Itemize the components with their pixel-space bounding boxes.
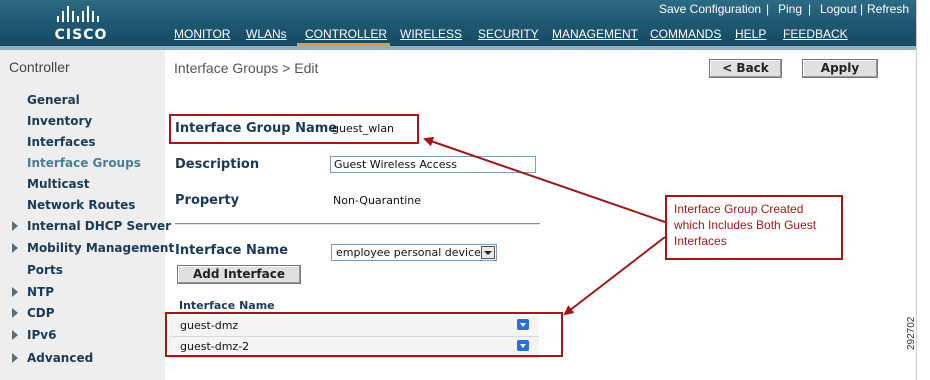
arrow-to-interfaces (563, 236, 666, 316)
annotation-callout: Interface Group Created which Includes B… (665, 195, 843, 260)
arrow-to-group-name (423, 136, 666, 223)
annotation-arrows (423, 136, 666, 316)
figure-number: 292702 (906, 316, 917, 350)
